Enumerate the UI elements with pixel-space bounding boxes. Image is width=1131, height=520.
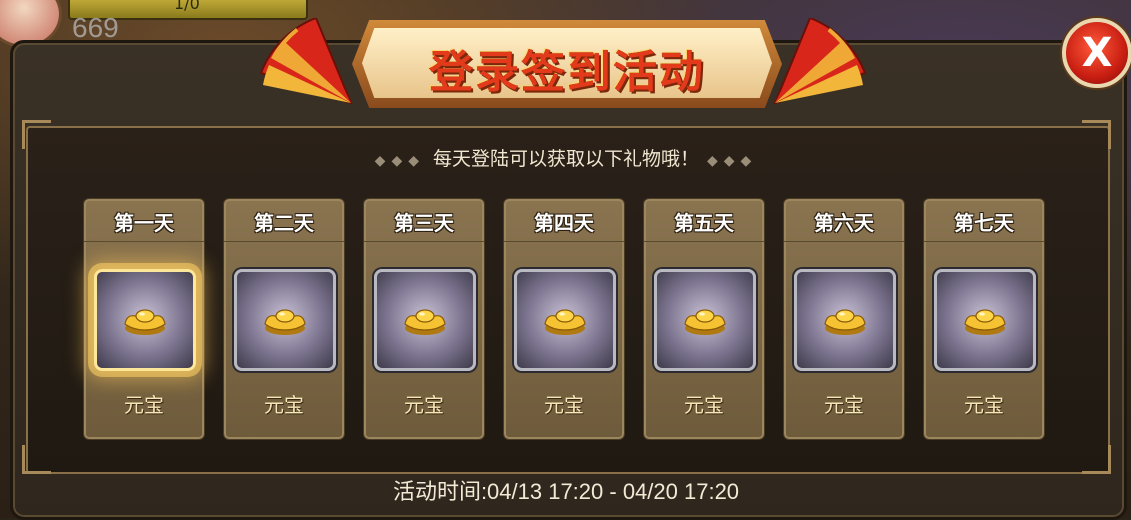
day-card[interactable]: 第二天 元宝 [223, 198, 345, 440]
gold-ingot-icon [963, 304, 1007, 336]
fan-icon [770, 16, 870, 118]
gold-ingot-icon [543, 304, 587, 336]
reward-label: 元宝 [684, 393, 724, 417]
divider [504, 241, 624, 242]
day-card[interactable]: 第五天 元宝 [643, 198, 765, 440]
diamond-decor-icon: ◆◆◆ [374, 153, 425, 169]
day-label: 第五天 [674, 211, 734, 235]
gold-ingot-icon [683, 304, 727, 336]
divider [784, 241, 904, 242]
reward-label: 元宝 [124, 393, 164, 417]
day-card[interactable]: 第七天 元宝 [923, 198, 1045, 440]
day-card[interactable]: 第一天 元宝 [83, 198, 205, 440]
activity-time: 活动时间:04/13 17:20 - 04/20 17:20 [392, 479, 740, 504]
day-label: 第三天 [394, 211, 454, 235]
day-label: 第六天 [814, 211, 874, 235]
day-card[interactable]: 第四天 元宝 [503, 198, 625, 440]
divider [644, 241, 764, 242]
corner-decor [1082, 445, 1111, 474]
gold-ingot-icon [823, 304, 867, 336]
hud-bar-text: 1/0 [174, 0, 200, 13]
reward-slot[interactable] [794, 269, 896, 371]
panel-title: 登录签到活动 [429, 47, 705, 98]
gold-ingot-icon [403, 304, 447, 336]
reward-slot[interactable] [94, 269, 196, 371]
reward-label: 元宝 [824, 393, 864, 417]
day-label: 第四天 [534, 211, 594, 235]
divider [84, 241, 204, 242]
divider [364, 241, 484, 242]
day-label: 第七天 [954, 211, 1014, 235]
gold-ingot-icon [123, 304, 167, 336]
divider [224, 241, 344, 242]
reward-slot[interactable] [654, 269, 756, 371]
reward-slot[interactable] [514, 269, 616, 371]
day-card[interactable]: 第六天 元宝 [783, 198, 905, 440]
day-cards: 第一天 元宝 第二天 元宝 第三天 元宝 第四天 元宝 第五天 元宝 第六天 元宝 第七天 元宝 [83, 198, 1053, 440]
reward-label: 元宝 [544, 393, 584, 417]
reward-slot[interactable] [234, 269, 336, 371]
reward-label: 元宝 [404, 393, 444, 417]
divider [924, 241, 1044, 242]
reward-label: 元宝 [964, 393, 1004, 417]
day-label: 第二天 [254, 211, 314, 235]
fan-icon [256, 16, 356, 118]
reward-slot[interactable] [374, 269, 476, 371]
subtitle: ◆◆◆ 每天登陆可以获取以下礼物哦！ ◆◆◆ [26, 144, 1106, 171]
reward-label: 元宝 [264, 393, 304, 417]
diamond-decor-icon: ◆◆◆ [707, 153, 758, 169]
corner-decor [22, 445, 51, 474]
gold-ingot-icon [263, 304, 307, 336]
reward-slot[interactable] [934, 269, 1036, 371]
day-label: 第一天 [114, 211, 174, 235]
subtitle-text: 每天登陆可以获取以下礼物哦！ [432, 148, 699, 170]
day-card[interactable]: 第三天 元宝 [363, 198, 485, 440]
close-icon: X [1081, 30, 1113, 76]
close-button[interactable]: X [1062, 18, 1131, 88]
